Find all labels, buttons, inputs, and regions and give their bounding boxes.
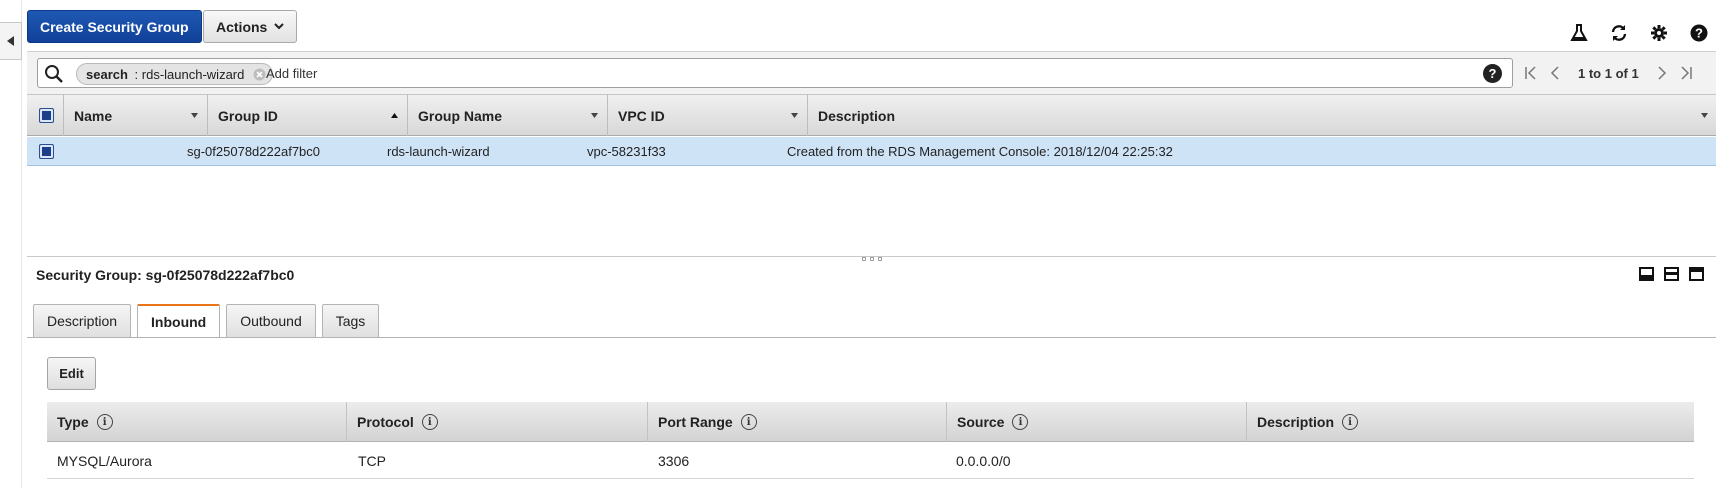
prev-page-icon[interactable] <box>1548 66 1562 80</box>
first-page-icon[interactable] <box>1524 66 1538 80</box>
sort-ascending-icon <box>391 113 398 118</box>
caret-left-icon <box>6 36 14 46</box>
column-header-group-name[interactable]: Group Name <box>407 95 607 136</box>
search-icon <box>45 65 63 83</box>
filter-bar: search : rds-launch-wizard ? 1 to 1 of 1 <box>27 51 1716 94</box>
grid-header: Name Group ID Group Name VPC ID Descript… <box>27 94 1716 136</box>
remove-filter-icon[interactable] <box>253 68 266 81</box>
info-icon[interactable]: i <box>740 414 757 430</box>
cell-vpc-id: vpc-58231f33 <box>587 144 666 159</box>
column-header-name[interactable]: Name <box>63 95 207 136</box>
table-row[interactable]: sg-0f25078d222af7bc0 rds-launch-wizard v… <box>27 137 1716 166</box>
info-icon[interactable]: i <box>421 414 438 430</box>
rules-column-source: Source i <box>946 402 1248 442</box>
layout-bottom-icon[interactable] <box>1639 267 1654 281</box>
gear-icon[interactable] <box>1648 22 1670 44</box>
column-label: VPC ID <box>618 107 665 124</box>
column-label: Port Range <box>658 414 733 430</box>
layout-split-icon[interactable] <box>1664 267 1679 281</box>
flask-icon[interactable] <box>1568 22 1590 44</box>
next-page-icon[interactable] <box>1655 66 1669 80</box>
column-label: Source <box>957 414 1005 430</box>
row-checkbox[interactable] <box>39 144 54 159</box>
rule-description <box>1246 442 1256 479</box>
filter-token[interactable]: search : rds-launch-wizard <box>76 63 274 85</box>
pane-layout-icons <box>1639 267 1704 281</box>
column-label: Description <box>1257 414 1335 430</box>
rules-column-type: Type i <box>47 402 349 442</box>
column-label: Description <box>818 107 896 124</box>
column-label: Name <box>74 107 113 124</box>
actions-label: Actions <box>216 18 268 35</box>
tab-description[interactable]: Description <box>33 304 132 337</box>
rule-type: MYSQL/Aurora <box>57 452 152 469</box>
select-all-checkbox[interactable] <box>39 108 54 123</box>
tabs-underline <box>27 337 1716 338</box>
cell-description: Created from the RDS Management Console:… <box>787 144 1173 159</box>
column-label: Group ID <box>218 107 278 124</box>
left-rail <box>0 0 22 488</box>
top-right-icons: ? <box>1568 22 1710 44</box>
tab-tags[interactable]: Tags <box>321 304 380 337</box>
splitter-grip-icon[interactable] <box>862 257 886 262</box>
cell-group-name: rds-launch-wizard <box>387 144 490 159</box>
filter-token-sep: : <box>130 66 142 82</box>
cell-group-id: sg-0f25078d222af7bc0 <box>187 144 321 159</box>
edit-button[interactable]: Edit <box>47 357 96 390</box>
rule-port-range: 3306 <box>658 452 690 469</box>
column-header-description[interactable]: Description <box>807 95 1716 136</box>
caret-down-icon <box>191 113 198 118</box>
chevron-down-icon <box>274 23 285 30</box>
search-box[interactable]: search : rds-launch-wizard ? <box>37 58 1513 88</box>
column-header-group-id[interactable]: Group ID <box>207 95 407 136</box>
column-label: Protocol <box>357 414 414 430</box>
rules-table-header: Type i Protocol i Port Range i Source i Desc… <box>47 402 1694 442</box>
detail-tabs: Description Inbound Outbound Tags <box>33 304 380 338</box>
pager-text: 1 to 1 of 1 <box>1578 65 1639 81</box>
caret-down-icon <box>1701 113 1708 118</box>
info-icon[interactable]: i <box>1342 414 1359 430</box>
rule-row: MYSQL/Aurora TCP 3306 0.0.0.0/0 <box>47 442 1694 479</box>
tab-inbound[interactable]: Inbound <box>137 304 221 338</box>
column-label: Type <box>57 414 89 430</box>
pagination: 1 to 1 of 1 <box>1524 58 1693 88</box>
column-label: Group Name <box>418 107 503 124</box>
tab-outbound[interactable]: Outbound <box>226 304 316 337</box>
caret-down-icon <box>791 113 798 118</box>
add-filter-input[interactable] <box>266 59 1446 87</box>
refresh-icon[interactable] <box>1608 22 1630 44</box>
rules-column-description: Description i <box>1246 402 1694 442</box>
filter-token-value: rds-launch-wizard <box>141 66 245 82</box>
info-icon[interactable]: i <box>96 414 113 430</box>
rule-protocol: TCP <box>358 452 386 469</box>
create-security-group-button[interactable]: Create Security Group <box>27 10 202 43</box>
layout-top-icon[interactable] <box>1689 267 1704 281</box>
svg-text:?: ? <box>1695 26 1703 41</box>
filter-help-icon[interactable]: ? <box>1483 64 1502 83</box>
collapse-sidebar-toggle[interactable] <box>0 22 22 60</box>
info-icon[interactable]: i <box>1012 414 1029 430</box>
filter-token-key: search <box>86 66 128 82</box>
rules-column-port-range: Port Range i <box>647 402 949 442</box>
last-page-icon[interactable] <box>1679 66 1693 80</box>
rule-source: 0.0.0.0/0 <box>956 452 1011 469</box>
caret-down-icon <box>591 113 598 118</box>
actions-dropdown-button[interactable]: Actions <box>203 10 298 43</box>
detail-title: Security Group: sg-0f25078d222af7bc0 <box>36 267 295 283</box>
column-header-vpc-id[interactable]: VPC ID <box>607 95 807 136</box>
help-icon[interactable]: ? <box>1688 22 1710 44</box>
rules-column-protocol: Protocol i <box>346 402 648 442</box>
